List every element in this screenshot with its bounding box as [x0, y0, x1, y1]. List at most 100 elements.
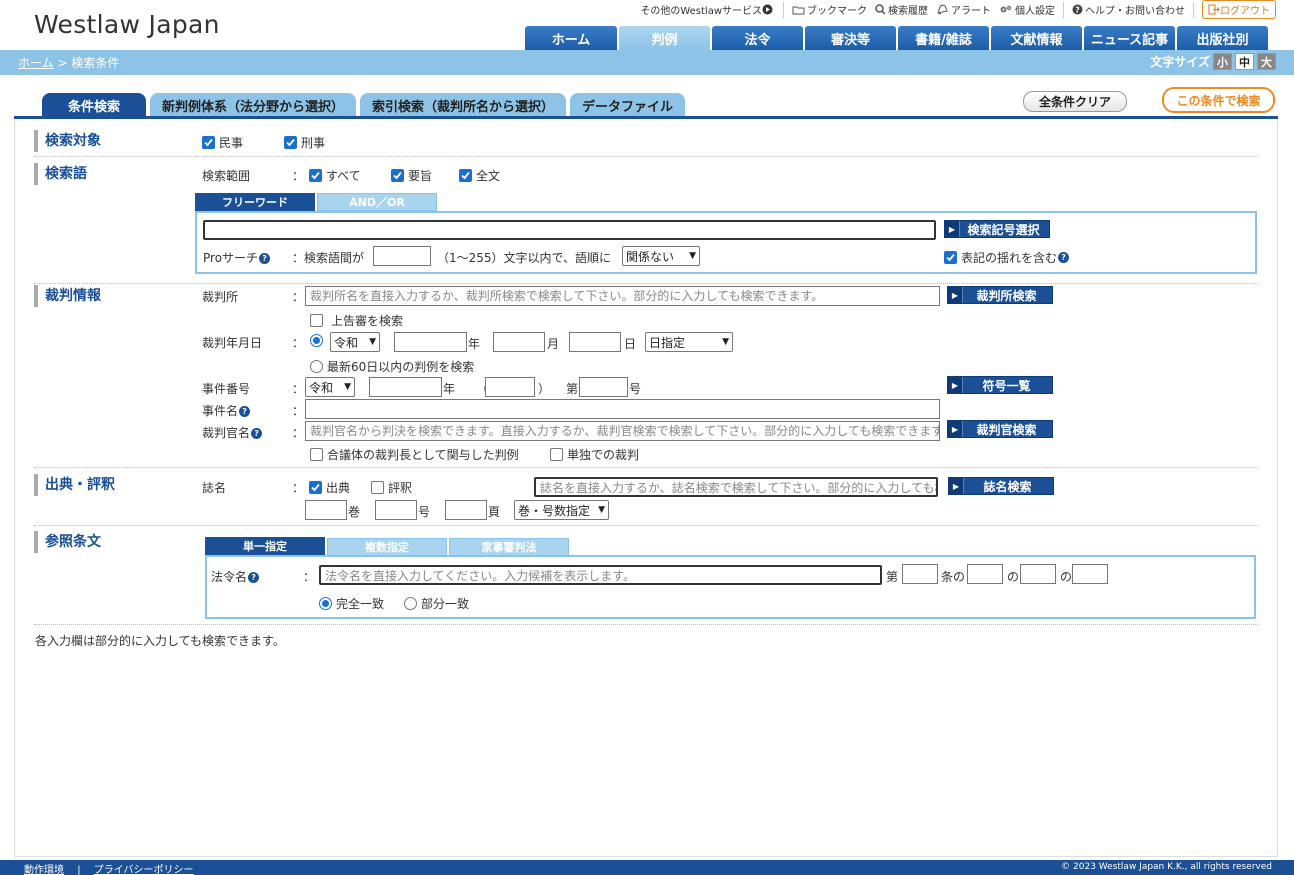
nav-tab-home[interactable]: ホーム	[525, 26, 617, 50]
commentary-label: 評釈	[388, 481, 413, 495]
partial-match-radio[interactable]: 部分一致	[404, 595, 469, 612]
breadcrumb-home-link[interactable]: ホーム	[18, 56, 54, 70]
case-era-select[interactable]: 令和 ▼	[305, 377, 355, 397]
exact-match-radio[interactable]: 完全一致	[319, 595, 384, 612]
checkbox-box	[310, 314, 323, 327]
sub-article-input-3[interactable]	[1072, 564, 1108, 584]
breadcrumb: ホーム > 検索条件	[18, 54, 119, 71]
play-icon: ▶	[945, 221, 960, 237]
clear-all-button[interactable]: 全条件クリア	[1023, 91, 1127, 112]
nav-tab-decisions[interactable]: 審決等	[805, 26, 896, 50]
word-order-select[interactable]: 関係ない ▼	[622, 246, 700, 266]
other-services-link[interactable]: その他のWestlawサービス	[640, 2, 775, 17]
range-fulltext-checkbox[interactable]: 全文	[459, 167, 500, 184]
commentary-checkbox[interactable]: 評釈	[371, 479, 412, 496]
journal-search-button[interactable]: ▶ 誌名検索	[948, 477, 1054, 495]
tab-single-spec[interactable]: 単一指定	[205, 537, 325, 555]
logout-icon	[1208, 4, 1220, 15]
settings-link[interactable]: 個人設定	[999, 2, 1055, 17]
presiding-judge-checkbox[interactable]: 合議体の裁判長として関与した判例	[310, 446, 519, 463]
tab-condition-search[interactable]: 条件検索	[42, 93, 146, 117]
help-icon[interactable]: ?	[1058, 252, 1070, 263]
tab-multi-spec[interactable]: 複数指定	[327, 538, 447, 556]
volume-mode-select[interactable]: 巻・号数指定 ▼	[514, 500, 609, 520]
single-judge-checkbox[interactable]: 単独での裁判	[550, 446, 639, 463]
nav-tab-news[interactable]: ニュース記事	[1084, 26, 1175, 50]
tab-index-search[interactable]: 索引検索（裁判所名から選択）	[360, 93, 567, 117]
font-size-medium-button[interactable]: 中	[1235, 53, 1254, 70]
month-input[interactable]	[493, 332, 545, 352]
court-search-button[interactable]: ▶ 裁判所検索	[947, 286, 1053, 304]
section-label-source: 出典・評釈	[34, 474, 115, 496]
journal-search-label: 誌名検索	[983, 479, 1032, 494]
nav-tab-laws[interactable]: 法令	[712, 26, 803, 50]
font-size-large-button[interactable]: 大	[1257, 53, 1276, 70]
no-suffix-1: の	[1007, 570, 1020, 584]
volume-suffix: 巻	[348, 505, 361, 519]
appeal-label: 上告審を検索	[331, 314, 404, 328]
volume-input[interactable]	[305, 500, 347, 520]
issue-input[interactable]	[375, 500, 417, 520]
court-label: 裁判所	[202, 290, 239, 304]
era-select[interactable]: 令和 ▼	[330, 332, 380, 352]
search-tabs: 条件検索 新判例体系（法分野から選択） 索引検索（裁判所名から選択） データファ…	[42, 93, 689, 117]
case-code-input[interactable]	[485, 377, 535, 397]
help-icon[interactable]: ?	[259, 253, 271, 264]
tab-case-system[interactable]: 新判例体系（法分野から選択）	[150, 93, 357, 117]
variant-checkbox[interactable]: 表記の揺れを含む?	[944, 249, 1070, 266]
logout-label: ログアウト	[1220, 6, 1270, 17]
help-link[interactable]: ? ヘルプ・お問い合わせ	[1072, 2, 1185, 17]
criminal-checkbox[interactable]: 刑事	[284, 134, 325, 151]
law-name-input[interactable]: 法令名を直接入力してください。入力候補を表示します。	[319, 565, 882, 585]
sub-article-input-1[interactable]	[967, 564, 1003, 584]
history-link[interactable]: 検索履歴	[875, 2, 928, 17]
day-input[interactable]	[569, 332, 621, 352]
chevron-down-icon: ▼	[689, 251, 696, 261]
date-specify-radio[interactable]	[310, 334, 327, 347]
word-distance-input[interactable]	[373, 246, 431, 266]
case-name-input[interactable]	[305, 399, 940, 419]
environment-link[interactable]: 動作環境	[24, 865, 64, 875]
tab-family-court[interactable]: 家事審判法	[449, 538, 569, 556]
help-icon[interactable]: ?	[248, 572, 260, 583]
tab-and-or[interactable]: AND／OR	[317, 193, 437, 211]
range-summary-checkbox[interactable]: 要旨	[391, 167, 432, 184]
article-input[interactable]	[902, 564, 938, 584]
westlaw-logo[interactable]: Westlaw Japan	[34, 10, 220, 39]
recent-60-days-radio[interactable]: 最新60日以内の判例を検索	[310, 358, 474, 375]
code-list-button[interactable]: ▶ 符号一覧	[947, 376, 1053, 394]
help-icon[interactable]: ?	[251, 428, 263, 439]
tab-free-word[interactable]: フリーワード	[195, 193, 315, 211]
privacy-policy-link[interactable]: プライバシーポリシー	[94, 865, 194, 875]
case-number-input[interactable]	[579, 377, 628, 397]
nav-tab-literature[interactable]: 文献情報	[991, 26, 1082, 50]
journal-input[interactable]: 誌名を直接入力するか、誌名検索で検索して下さい。部分的に入力しても検索できます。	[534, 477, 938, 497]
source-checkbox[interactable]: 出典	[309, 479, 350, 496]
logout-button[interactable]: ログアウト	[1202, 0, 1276, 19]
civil-label: 民事	[219, 136, 244, 150]
judge-search-button[interactable]: ▶ 裁判官検索	[947, 420, 1053, 438]
year-input[interactable]	[394, 332, 467, 352]
nav-tab-books[interactable]: 書籍/雑誌	[898, 26, 989, 50]
court-input[interactable]: 裁判所名を直接入力するか、裁判所検索で検索して下さい。部分的に入力しても検索でき…	[305, 286, 940, 306]
keyword-input[interactable]	[203, 220, 936, 240]
case-year-input[interactable]	[369, 377, 442, 397]
page-input[interactable]	[445, 500, 487, 520]
civil-checkbox[interactable]: 民事	[202, 134, 243, 151]
search-symbol-button[interactable]: ▶ 検索記号選択	[944, 220, 1050, 238]
bookmark-link[interactable]: ブックマーク	[792, 2, 867, 17]
judge-input[interactable]: 裁判官名から判決を検索できます。直接入力するか、裁判官検索で検索して下さい。部分…	[305, 421, 940, 441]
sub-article-input-2[interactable]	[1020, 564, 1056, 584]
range-all-checkbox[interactable]: すべて	[309, 167, 361, 184]
judge-text: 裁判官名	[202, 426, 251, 440]
tab-data-file[interactable]: データファイル	[570, 93, 686, 117]
alert-link[interactable]: アラート	[936, 2, 991, 17]
appeal-checkbox[interactable]: 上告審を検索	[310, 312, 403, 329]
range-all-label: すべて	[326, 169, 361, 183]
help-icon[interactable]: ?	[239, 406, 251, 417]
nav-tab-publishers[interactable]: 出版社別	[1177, 26, 1268, 50]
nav-tab-cases[interactable]: 判例	[619, 26, 710, 50]
day-mode-select[interactable]: 日指定 ▼	[645, 332, 733, 352]
search-with-conditions-button[interactable]: この条件で検索	[1162, 87, 1275, 113]
font-size-small-button[interactable]: 小	[1213, 53, 1232, 70]
